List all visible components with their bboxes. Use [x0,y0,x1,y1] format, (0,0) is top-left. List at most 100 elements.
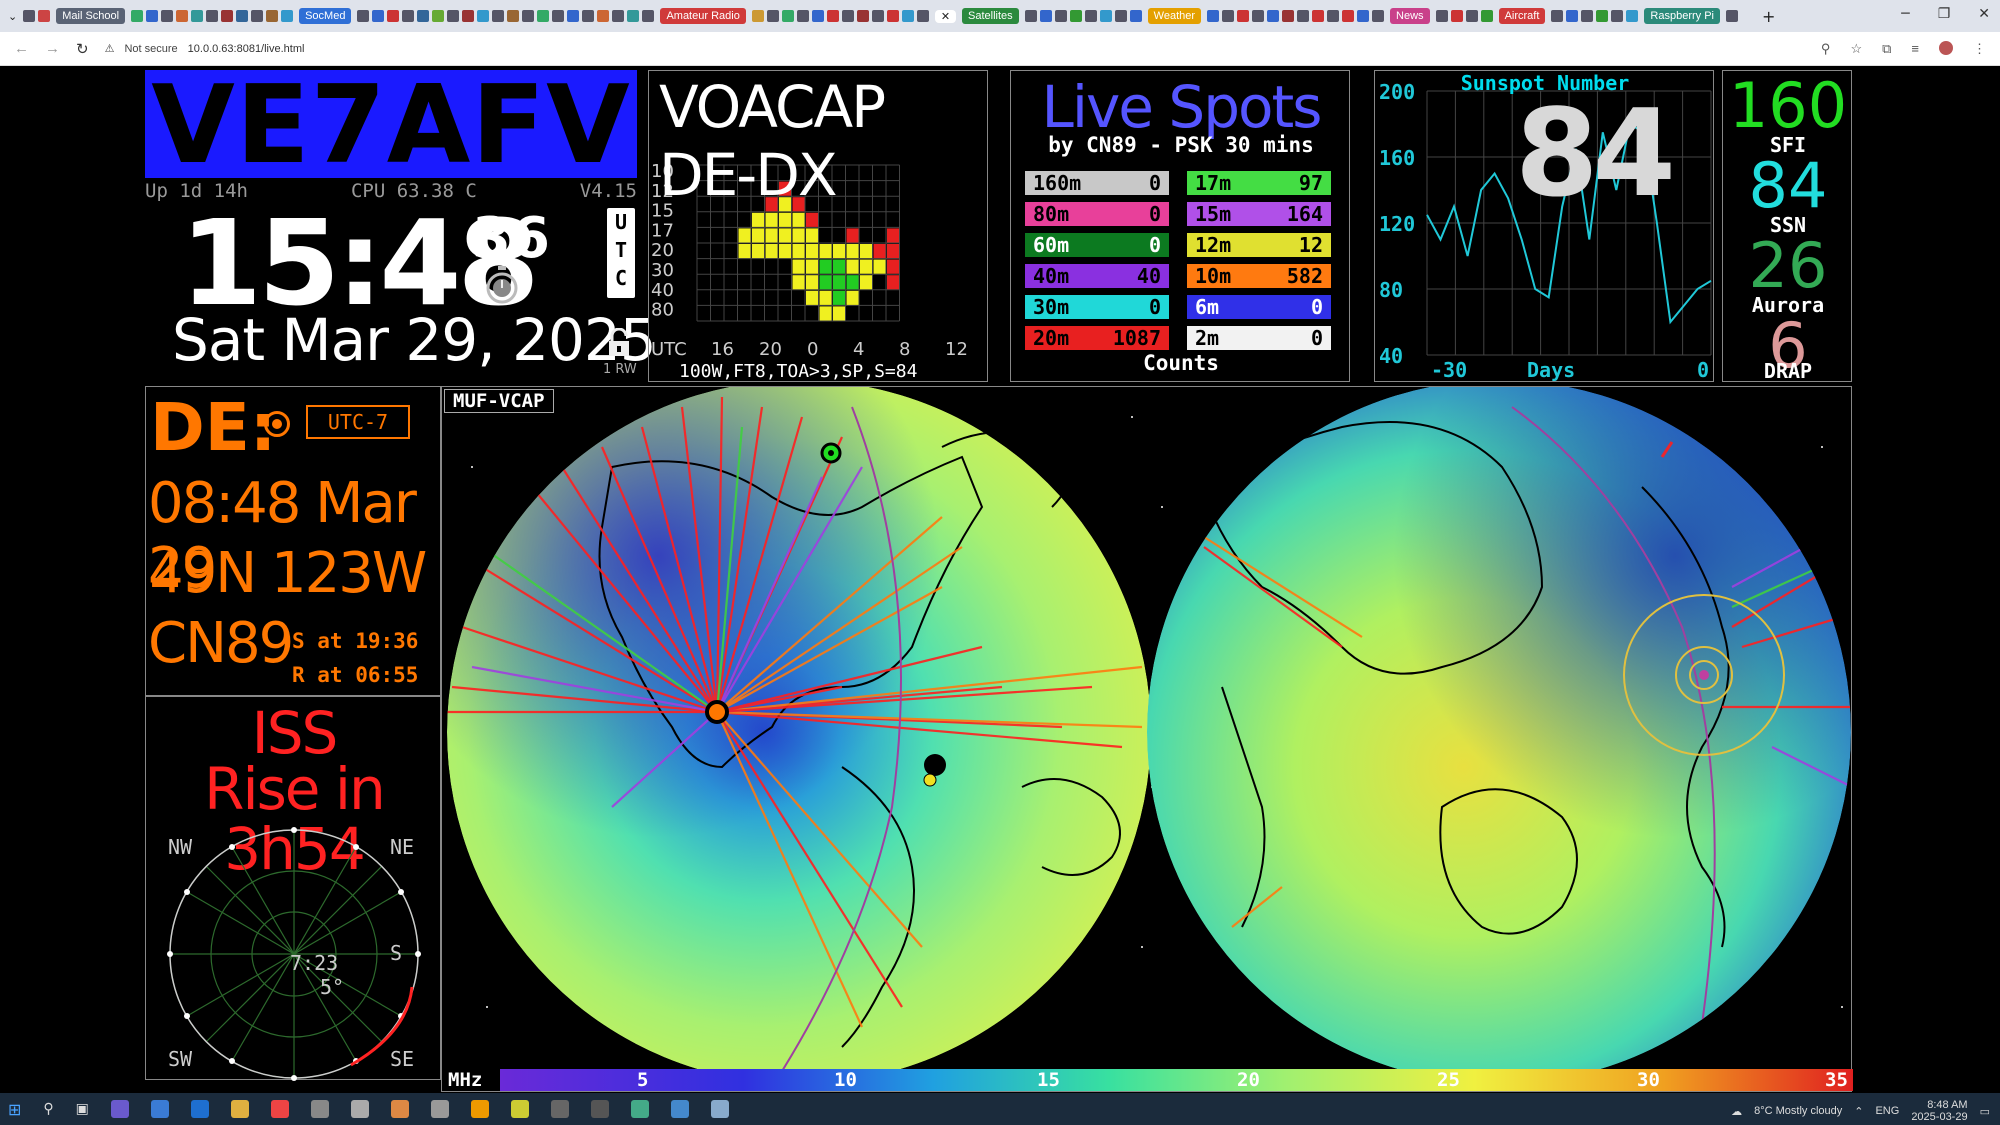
band-count: 164 [1286,202,1323,226]
version-text[interactable]: V4.15 [580,180,637,202]
app-icon[interactable] [430,1100,449,1118]
maximize-icon[interactable]: ❐ [1938,6,1951,22]
app-icon[interactable] [710,1100,729,1118]
chrome-icon[interactable] [270,1100,289,1118]
active-tab-close-icon[interactable]: ✕ [934,9,957,23]
band-cell-6m[interactable]: 6m 0 [1187,295,1331,319]
voacap-cell [887,259,899,274]
band-cell-10m[interactable]: 10m 582 [1187,264,1331,288]
weather-text[interactable]: 8°C Mostly cloudy [1754,1105,1842,1117]
bookmark-favicons [131,10,294,22]
scale-tick: 25 [1437,1069,1460,1091]
band-cell-17m[interactable]: 17m 97 [1187,171,1331,195]
outlook-icon[interactable] [190,1100,209,1118]
minimize-icon[interactable]: ─ [1901,6,1909,22]
app-icon[interactable] [630,1100,649,1118]
tab-list-button[interactable]: ⌄ [8,10,17,23]
iss-pass-time: 7:23 [290,951,339,975]
callsign-banner[interactable]: VE7AFV [145,70,637,182]
voacap-cell [806,244,818,259]
stopwatch-icon[interactable] [485,266,519,304]
band-name: 15m [1195,202,1232,226]
start-icon[interactable]: ⊞ [8,1100,21,1119]
band-cell-40m[interactable]: 40m 40 [1025,264,1169,288]
de-marker-icon[interactable] [264,411,290,437]
menu-icon[interactable]: ⋮ [1973,41,1986,57]
band-cell-80m[interactable]: 80m 0 [1025,202,1169,226]
de-timezone-button[interactable]: UTC-7 [306,405,410,439]
reload-icon[interactable]: ↻ [76,40,89,58]
utc-date[interactable]: Sat Mar 29, 2025 [172,306,657,374]
extensions-icon[interactable]: ⧉ [1882,41,1891,57]
sunspot-pane[interactable]: 200 160 120 80 40 -30 Days 0 Sunspot Number 84 [1374,70,1714,382]
app-icon[interactable] [550,1100,569,1118]
security-warning-icon[interactable]: ⚠ [105,42,115,55]
band-cell-160m[interactable]: 160m 0 [1025,171,1169,195]
bookmark-star-icon[interactable]: ☆ [1850,41,1862,57]
app-icon[interactable] [590,1100,609,1118]
new-tab-button[interactable]: + [1762,7,1775,26]
band-name: 2m [1195,326,1220,350]
task-view-icon[interactable]: ▣ [76,1101,89,1117]
tray-chevron-icon[interactable]: ⌃ [1854,1105,1863,1118]
utc-seconds: 36 [472,206,550,271]
tab-group-amateur-radio[interactable]: Amateur Radio [660,8,746,24]
tab-group-raspberry-pi[interactable]: Raspberry Pi [1644,8,1720,24]
azimuthal-map[interactable] [442,380,1853,1084]
copilot-icon[interactable] [110,1100,129,1118]
profile-avatar[interactable] [1939,41,1953,55]
url-text[interactable]: 10.0.0.63:8081/live.html [188,43,305,55]
voacap-cell [792,212,805,227]
language-indicator[interactable]: ENG [1875,1105,1899,1117]
security-label[interactable]: Not secure [124,43,177,55]
iss-pane[interactable]: ISS Rise in 3h54 NW NE SW SE S 7:23 5° [145,696,441,1081]
tab-group-weather[interactable]: Weather [1147,8,1202,24]
tab-group-news[interactable]: News [1390,8,1430,24]
app-icon[interactable] [470,1100,489,1118]
explorer-icon[interactable] [230,1100,249,1118]
app-icon[interactable] [670,1100,689,1118]
band-cell-2m[interactable]: 2m 0 [1187,326,1331,350]
world-map-pane[interactable]: MUF-VCAP MHz 5 10 15 20 25 30 35 [441,380,1853,1092]
forward-icon[interactable]: → [45,40,60,57]
zoom-icon[interactable]: ⚲ [1821,41,1831,57]
eastern-hemisphere [1147,380,1851,1084]
voacap-cell [779,244,791,259]
band-cell-60m[interactable]: 60m 0 [1025,233,1169,257]
lock-mode-label: 1 RW [603,362,637,377]
voacap-cell [887,244,899,259]
sidebar-icon[interactable]: ≡ [1911,41,1919,57]
app-icon[interactable] [350,1100,369,1118]
band-cell-15m[interactable]: 15m 164 [1187,202,1331,226]
tab-group-satellites[interactable]: Satellites [962,8,1019,24]
app-icon[interactable] [390,1100,409,1118]
close-window-icon[interactable]: ✕ [1978,6,1990,22]
voacap-pane[interactable]: 10 12 15 17 20 30 40 80 UTC 16 20 0 4 8 12 VOACAP DE-D… [648,70,988,382]
space-weather-indices[interactable]: 160 SFI 84 SSN 26 Aurora 6 DRAP [1722,70,1852,383]
band-cell-30m[interactable]: 30m 0 [1025,295,1169,319]
tab-group-mail-school[interactable]: Mail School [56,8,126,24]
back-icon[interactable]: ← [14,40,29,57]
map-mode-button[interactable]: MUF-VCAP [444,389,554,413]
search-icon[interactable]: ⚲ [43,1101,53,1117]
tab-group-socmed[interactable]: SocMed [299,8,352,24]
voacap-x-label: UTC [651,339,687,360]
utc-toggle[interactable]: U T C [607,208,635,298]
live-spots-pane[interactable]: Live Spots by CN89 - PSK 30 mins 160m 0 17… [1010,70,1350,382]
weather-icon[interactable]: ☁ [1731,1105,1742,1118]
tray-time: 8:48 AM [1927,1099,1968,1111]
tab-group-aircraft[interactable]: Aircraft [1498,8,1546,24]
app-icon[interactable] [310,1100,329,1118]
voacap-cell [779,212,791,227]
voacap-cell [887,228,899,243]
url-field[interactable]: ⚠ Not secure 10.0.0.63:8081/live.html [105,42,305,56]
notifications-icon[interactable]: ▭ [1980,1105,1990,1118]
de-pane[interactable]: DE: UTC-7 08:48 Mar 29 49N 123W CN89 S a… [145,386,441,696]
band-cell-12m[interactable]: 12m 12 [1187,233,1331,257]
unlock-icon[interactable] [606,327,632,365]
tray-clock[interactable]: 8:48 AM 2025-03-29 [1911,1099,1967,1123]
store-icon[interactable] [150,1100,169,1118]
bookmark-favicon[interactable] [1725,10,1738,22]
app-icon[interactable] [510,1100,529,1118]
band-cell-20m[interactable]: 20m 1087 [1025,326,1169,350]
